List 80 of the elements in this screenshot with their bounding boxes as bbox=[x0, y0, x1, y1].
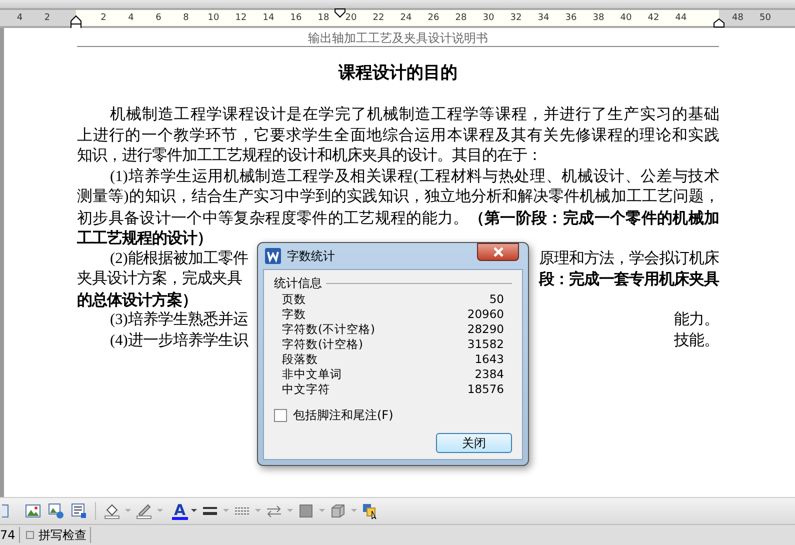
body-text-line: 知识，进行零件加工工艺规程的设计和机床夹具的设计。其目的在于： bbox=[77, 146, 542, 166]
picture-icon[interactable] bbox=[25, 503, 41, 519]
close-button[interactable] bbox=[477, 243, 519, 261]
body-text-line: 原理和方法，学会拟订机床 bbox=[539, 248, 719, 268]
body-text-line: (2)能根据被加工零件 bbox=[110, 248, 248, 268]
ruler-number: 48 bbox=[731, 13, 744, 23]
body-text-line: 初步具备设计一个中等复杂程度零件的工艺规程的能力。（第一阶段：完成一个零件的机械加 bbox=[77, 208, 719, 228]
ruler-number: 34 bbox=[536, 13, 550, 23]
select-objects-icon[interactable] bbox=[362, 503, 378, 519]
ruler-number: 14 bbox=[262, 13, 276, 23]
ruler-number: 6 bbox=[154, 13, 162, 23]
ruler-number: 4 bbox=[16, 13, 24, 23]
body-text-line: (4)进一步培养学生识 bbox=[110, 330, 248, 350]
document-heading: 课程设计的目的 bbox=[337, 62, 458, 85]
font-color-button[interactable]: A bbox=[172, 502, 188, 520]
stat-label: 字数 bbox=[282, 307, 306, 322]
ruler-number: 26 bbox=[426, 13, 440, 23]
body-text-line: 工工艺规程的设计） bbox=[77, 228, 212, 248]
stat-value: 50 bbox=[489, 292, 504, 307]
close-icon bbox=[492, 247, 504, 257]
spell-check-status[interactable]: 拼写检查 bbox=[38, 526, 86, 544]
stat-value: 1643 bbox=[474, 352, 504, 367]
arrow-style-icon[interactable] bbox=[266, 503, 282, 519]
ruler-number: 4 bbox=[127, 13, 135, 23]
ruler-number: 30 bbox=[482, 13, 496, 23]
stat-label: 非中文单词 bbox=[282, 367, 342, 382]
ruler-number: 12 bbox=[234, 13, 248, 23]
ruler-number: 16 bbox=[289, 13, 303, 23]
stat-value: 18576 bbox=[467, 382, 504, 397]
page-count: 74 bbox=[0, 528, 16, 542]
body-text-line: (1)培养学生运用机械制造工程学及相关课程(工程材料与热处理、机械设计、公差与技术 bbox=[110, 166, 719, 186]
body-text-line: (3)培养学生熟悉并运 bbox=[110, 310, 248, 330]
stat-value: 31582 bbox=[467, 337, 504, 352]
shadow-icon[interactable] bbox=[298, 503, 314, 519]
stat-value: 28290 bbox=[467, 322, 504, 337]
body-text-line: 夹具设计方案，完成夹具 bbox=[77, 269, 242, 289]
square-icon bbox=[26, 531, 34, 539]
checkbox-label: 包括脚注和尾注(F) bbox=[293, 407, 394, 424]
stat-label: 字符数(计空格) bbox=[282, 337, 363, 352]
group-label: 统计信息 bbox=[274, 274, 322, 292]
ruler-number: 28 bbox=[454, 13, 468, 23]
close-dialog-button[interactable]: 关闭 bbox=[436, 433, 512, 453]
ruler-number: 36 bbox=[564, 13, 578, 23]
body-text-line: 上进行的一个教学环节，它要求学生全面地综合运用本课程及其有关先修课程的理论和实践 bbox=[77, 126, 719, 146]
line-color-icon[interactable] bbox=[136, 503, 152, 519]
ruler-number: 38 bbox=[592, 13, 606, 23]
ruler-number: 32 bbox=[509, 13, 523, 23]
checkbox[interactable] bbox=[274, 409, 287, 422]
body-text-line: 能力。 bbox=[674, 310, 719, 330]
body-text-line: 的总体设计方案） bbox=[77, 290, 197, 310]
body-text-line: 测量等)的知识，结合生产实习中学到的实践知识，独立地分析和解决零件机械加工工艺问题， bbox=[77, 187, 719, 207]
ruler-number: 20 bbox=[344, 13, 358, 23]
ruler-number: 50 bbox=[758, 13, 772, 23]
dropdown-arrow-icon[interactable] bbox=[190, 509, 197, 513]
cube-icon[interactable] bbox=[330, 503, 346, 519]
ruler-number: 2 bbox=[100, 13, 108, 23]
stat-label: 页数 bbox=[282, 292, 306, 307]
ruler-number: 42 bbox=[646, 13, 660, 23]
ruler-number: 2 bbox=[43, 13, 52, 23]
fill-bucket-icon[interactable] bbox=[104, 503, 120, 519]
ruler-number: 40 bbox=[619, 13, 633, 23]
stat-value: 2384 bbox=[474, 367, 504, 382]
ruler-number: 18 bbox=[316, 13, 330, 23]
stat-label: 中文字符 bbox=[282, 382, 330, 397]
dialog-title: 字数统计 bbox=[287, 248, 336, 264]
body-text-line: 技能。 bbox=[674, 330, 719, 350]
stat-label: 段落数 bbox=[282, 352, 318, 367]
ruler-number: 24 bbox=[399, 13, 413, 23]
ruler-number: 8 bbox=[182, 13, 190, 23]
stat-value: 20960 bbox=[467, 307, 504, 322]
body-text-line: 机械制造工程学课程设计是在学完了机械制造工程学等课程，并进行了生产实习的基础 bbox=[110, 105, 719, 125]
stat-label: 字符数(不计空格) bbox=[282, 322, 375, 337]
ruler-number: 44 bbox=[674, 13, 688, 23]
text-box-icon[interactable] bbox=[71, 503, 87, 519]
ruler-number: 10 bbox=[206, 13, 220, 23]
app-logo-icon bbox=[265, 248, 281, 264]
picture-settings-icon[interactable] bbox=[48, 503, 64, 519]
page-header: 输出轴加工工艺及夹具设计说明书 bbox=[307, 30, 489, 45]
ruler-number: 22 bbox=[372, 13, 386, 23]
body-text-line: 段：完成一套专用机床夹具 bbox=[539, 269, 719, 290]
